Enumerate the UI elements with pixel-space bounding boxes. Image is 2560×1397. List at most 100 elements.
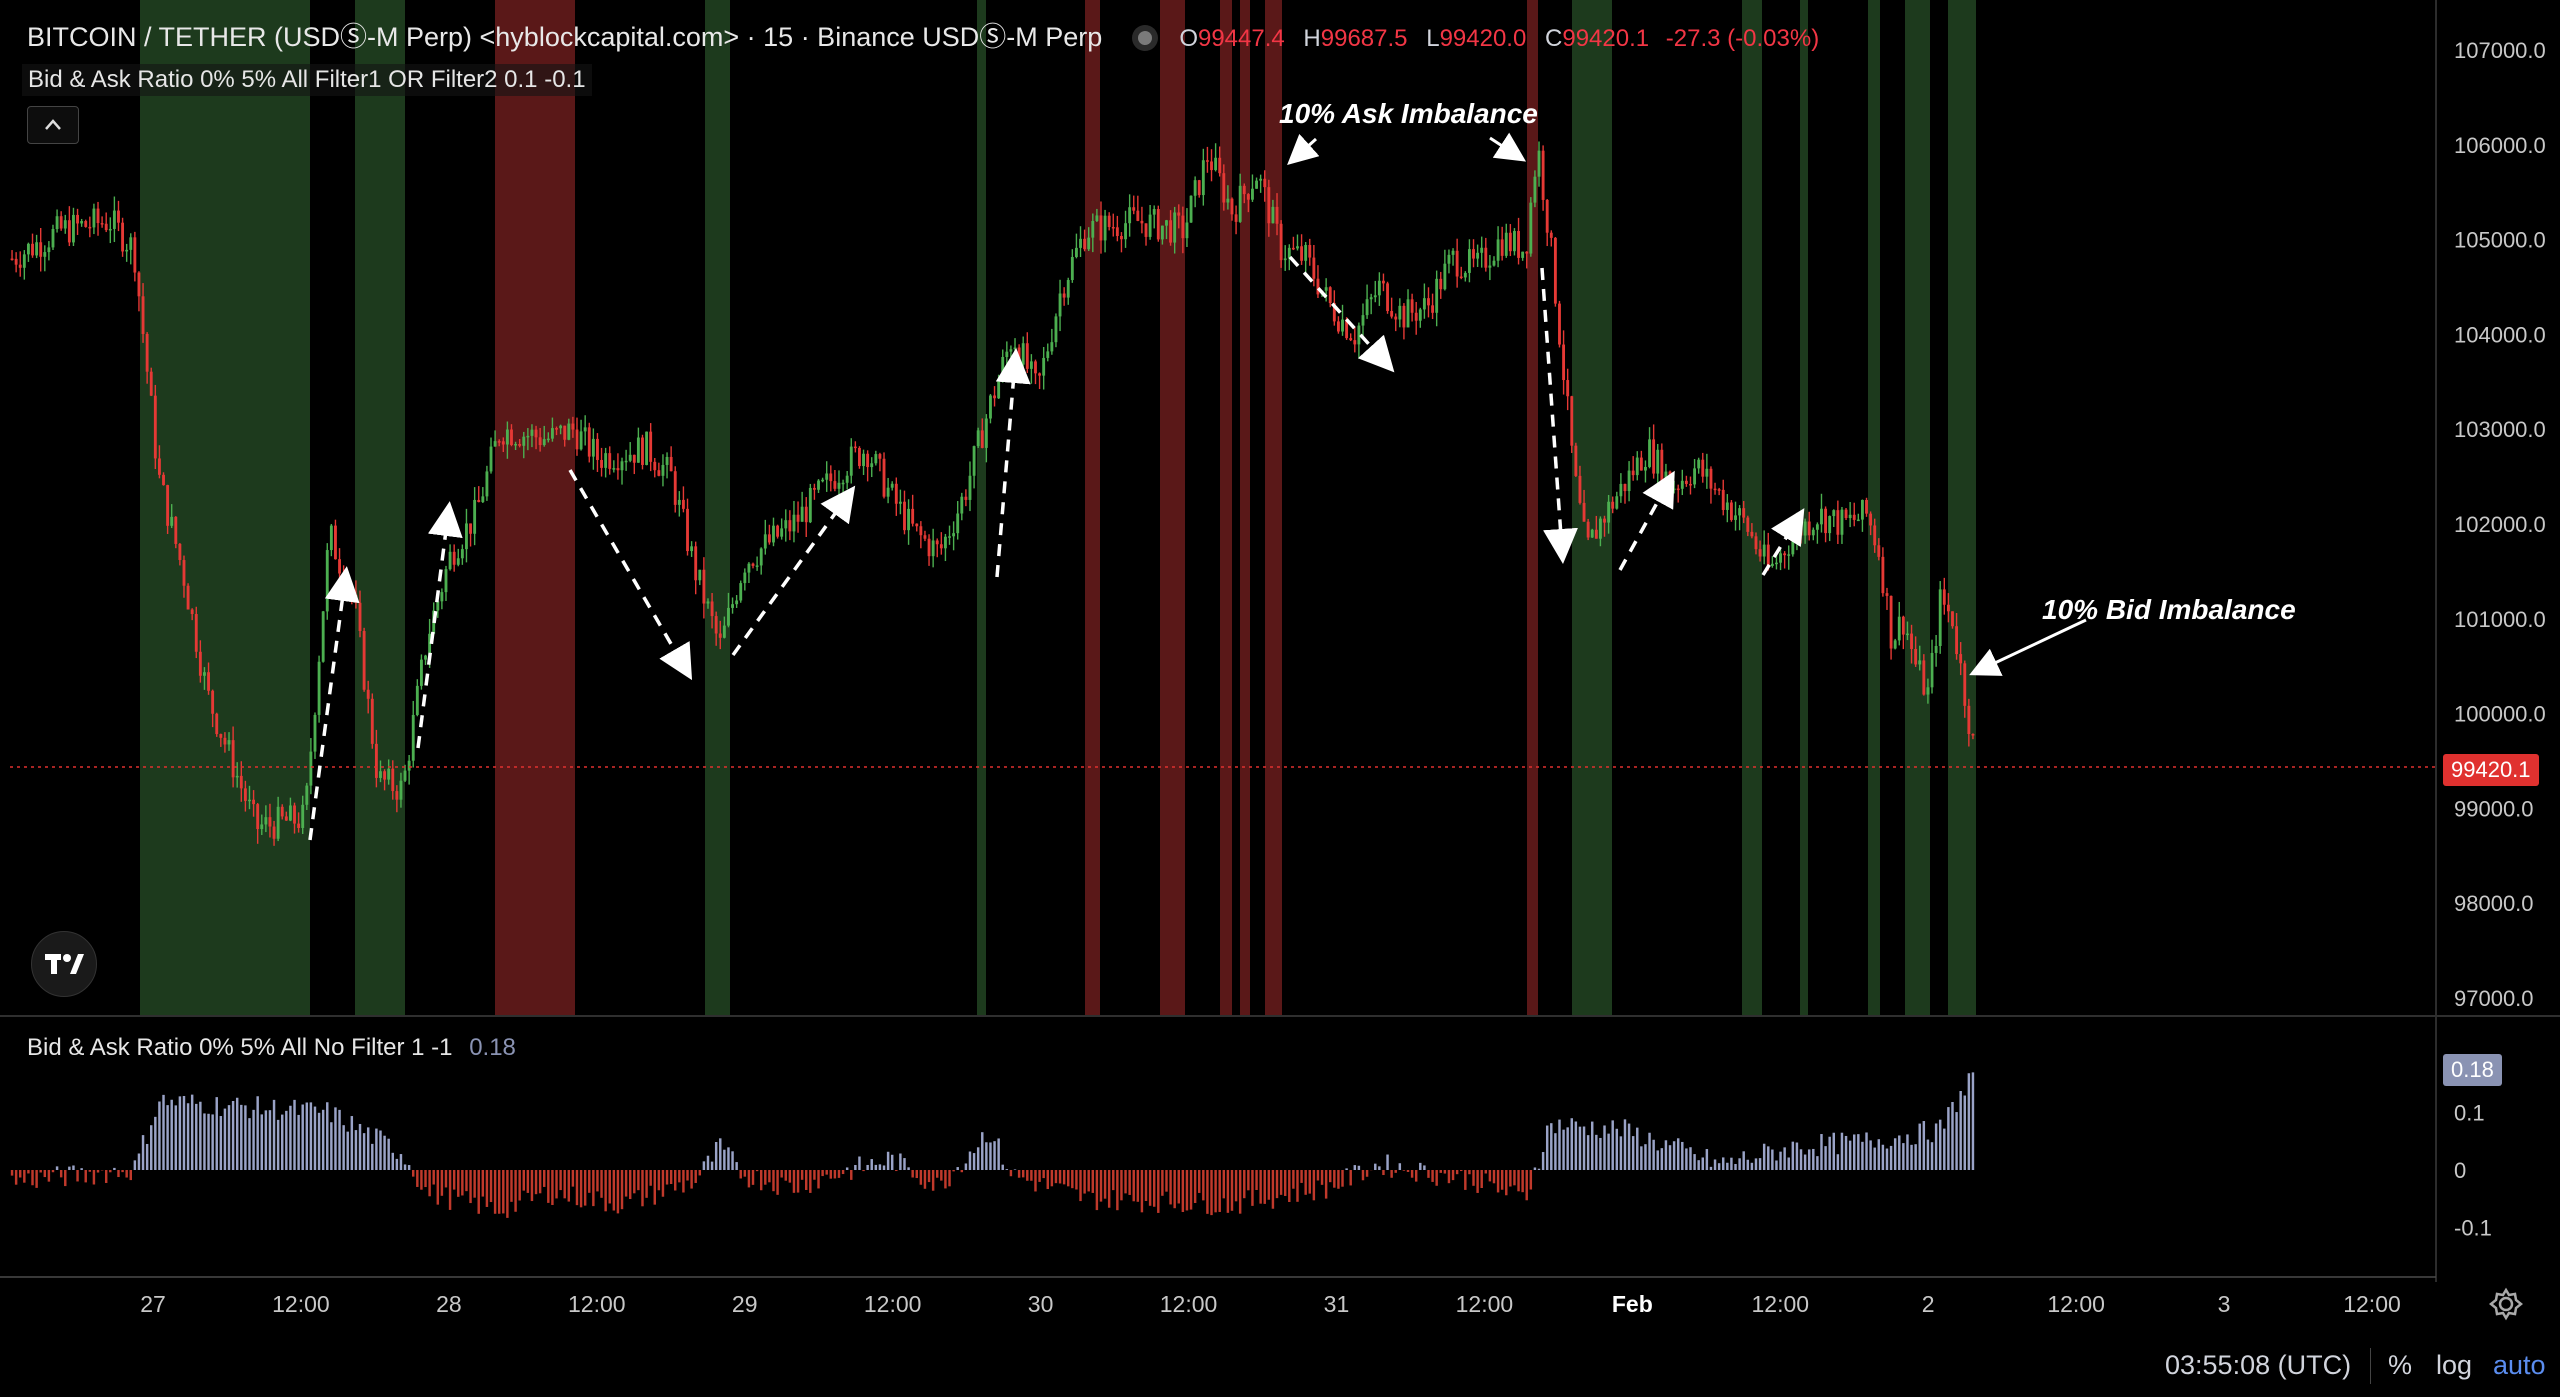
log-toggle[interactable]: log (2436, 1350, 2472, 1381)
candle-body (1017, 347, 1021, 365)
candle-body (170, 516, 174, 526)
candle-body (686, 508, 689, 552)
price-axis-label: 98000.0 (2454, 891, 2534, 916)
candle-body (767, 534, 771, 543)
candle-body (1107, 215, 1111, 227)
bid-zone-8 (1905, 0, 1930, 1016)
tradingview-logo-button[interactable] (31, 931, 97, 997)
candle-body (550, 428, 554, 439)
ask-zone-1 (1085, 0, 1100, 1016)
candle-body (1500, 239, 1504, 256)
bottom-indicator-legend[interactable]: Bid & Ask Ratio 0% 5% All No Filter 1 -1… (27, 1034, 516, 1062)
candle-body (1459, 276, 1463, 279)
candle-body (1574, 445, 1578, 476)
price-axis-label: 97000.0 (2454, 986, 2534, 1011)
candle-body (538, 437, 542, 446)
candle-body (76, 214, 79, 224)
candle-body (694, 546, 698, 581)
candle-body (1754, 536, 1758, 550)
chart-canvas[interactable]: 107000.0 106000.0 105000.0 104000.0 103000.0… (0, 0, 2560, 1397)
candle-body (444, 569, 448, 593)
candle-body (305, 785, 309, 805)
time-axis-label: 12:00 (2047, 1291, 2105, 1317)
ask-imbalance-annotation: 10% Ask Imbalance (1279, 98, 1538, 129)
candle-body (465, 523, 468, 550)
candle-body (624, 460, 628, 463)
candle-body (882, 458, 886, 497)
utc-clock[interactable]: 03:55:08 (UTC) (2165, 1350, 2351, 1381)
candle-body (1181, 215, 1185, 239)
ohlc-high: 99687.5 (1320, 25, 1408, 52)
candle-body (968, 475, 972, 500)
candle-body (346, 587, 350, 590)
candle-body (829, 473, 833, 482)
candle-body (1762, 544, 1766, 557)
candle-body (460, 549, 464, 559)
time-axis-label: 12:00 (1751, 1291, 1809, 1317)
candle-body (1115, 227, 1119, 237)
candle-body (1132, 207, 1136, 211)
candle-body (993, 395, 996, 399)
candle-body (264, 817, 268, 825)
candle-body (1034, 361, 1037, 374)
time-axis-label: 12:00 (272, 1291, 330, 1317)
top-indicator-label[interactable]: Bid & Ask Ratio 0% 5% All Filter1 OR Fil… (22, 64, 592, 96)
candle-body (1521, 251, 1525, 258)
candle-body (1431, 305, 1435, 313)
candle-body (1820, 508, 1823, 525)
candle-body (67, 220, 71, 243)
price-axis-label: 105000.0 (2454, 228, 2546, 253)
candle-body (788, 520, 792, 532)
candle-body (481, 496, 485, 503)
candle-body (59, 216, 63, 229)
candle-body (1066, 280, 1070, 298)
candle-body (1824, 508, 1828, 534)
candle-body (776, 525, 780, 537)
candle-body (1693, 468, 1697, 485)
candle-body (1758, 549, 1762, 557)
symbol-legend[interactable]: BITCOIN / TETHER (USDⓈ-M Perp) <hyblockc… (27, 15, 1819, 54)
candle-body (837, 482, 841, 489)
candle-body (1877, 545, 1881, 557)
candle-body (149, 371, 153, 396)
candle-body (735, 600, 739, 605)
auto-toggle[interactable]: auto (2493, 1350, 2546, 1381)
bid-zone-5 (1742, 0, 1762, 1016)
candle-body (1553, 237, 1557, 304)
candle-body (1938, 589, 1942, 647)
candle-body (1021, 343, 1025, 365)
candle-body (141, 296, 145, 334)
candle-body (440, 592, 444, 602)
collapse-button[interactable] (27, 106, 79, 144)
candle-body (1529, 202, 1533, 254)
gear-icon (2488, 1287, 2524, 1321)
candle-body (211, 690, 215, 714)
candle-body (1328, 287, 1332, 304)
candle-body (1598, 518, 1602, 539)
candle-body (231, 740, 235, 778)
candle-body (702, 569, 706, 604)
candle-body (526, 435, 530, 438)
candle-body (1189, 195, 1193, 223)
candle-body (1860, 499, 1864, 520)
percent-toggle[interactable]: % (2388, 1350, 2412, 1381)
candle-body (63, 220, 67, 229)
candle-body (108, 228, 112, 231)
candle-body (1525, 251, 1529, 254)
tradingview-logo-icon (45, 954, 84, 974)
candle-body (100, 223, 104, 225)
candle-body (1562, 344, 1566, 381)
candle-body (1668, 471, 1672, 490)
candle-body (1709, 468, 1713, 489)
candle-body (321, 611, 325, 662)
candle-body (227, 740, 231, 745)
candle-body (1635, 457, 1639, 476)
candle-body (1930, 652, 1934, 688)
candle-body (583, 427, 587, 432)
candle-body (407, 760, 411, 771)
candle-body (935, 540, 939, 545)
candle-body (755, 565, 759, 567)
settings-button[interactable] (2488, 1286, 2524, 1322)
price-axis-label: 101000.0 (2454, 607, 2546, 632)
bid-imbalance-annotation: 10% Bid Imbalance (2042, 594, 2296, 625)
